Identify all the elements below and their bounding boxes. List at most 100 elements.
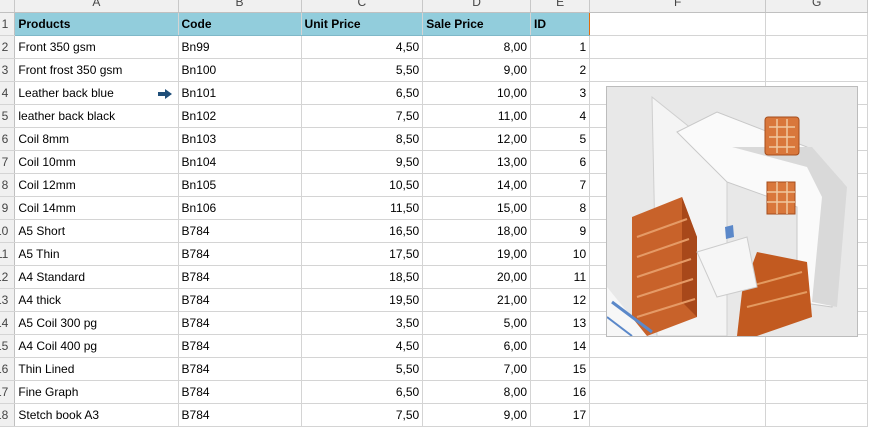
cell-product[interactable]: Coil 8mm [14,127,179,151]
cell-sale-price[interactable]: 7,00 [422,357,531,381]
cell-code[interactable]: B784 [178,288,302,312]
cell-empty[interactable] [765,403,868,427]
cell-empty[interactable] [589,357,767,381]
cell-unit-price[interactable]: 11,50 [301,196,424,220]
cell-sale-price[interactable]: 10,00 [422,81,531,105]
cell-sale-price[interactable]: 11,00 [422,104,531,128]
cell-sale-price[interactable]: 8,00 [422,35,531,59]
cell-id[interactable]: 10 [530,242,591,266]
cell-id[interactable]: 3 [530,81,591,105]
row-number[interactable]: 1 [0,12,16,36]
cell-sale-price[interactable]: 8,00 [422,380,531,404]
column-header-g[interactable]: G [765,0,868,13]
cell-product[interactable]: A5 Short [14,219,179,243]
header-cell-id[interactable]: ID [530,12,591,36]
cell-unit-price[interactable]: 7,50 [301,104,424,128]
header-cell-unit-price[interactable]: Unit Price [301,12,424,36]
cell-code[interactable]: B784 [178,334,302,358]
cell-product[interactable]: A4 Coil 400 pg [14,334,179,358]
cell-code[interactable]: Bn105 [178,173,302,197]
cell-sale-price[interactable]: 18,00 [422,219,531,243]
cell-empty[interactable] [589,334,767,358]
cell-code[interactable]: B784 [178,380,302,404]
cell-unit-price[interactable]: 19,50 [301,288,424,312]
cell-product[interactable]: A4 Standard [14,265,179,289]
cell-empty[interactable] [589,12,767,36]
select-all-corner[interactable] [0,0,16,13]
cell-code[interactable]: Bn106 [178,196,302,220]
cell-sale-price[interactable]: 12,00 [422,127,531,151]
cell-product[interactable]: A4 thick [14,288,179,312]
cell-id[interactable]: 8 [530,196,591,220]
cell-product[interactable]: Front 350 gsm [14,35,179,59]
cell-code[interactable]: Bn99 [178,35,302,59]
row-number[interactable]: 4 [0,81,16,105]
cell-empty[interactable] [765,35,868,59]
cell-id[interactable]: 4 [530,104,591,128]
cell-product[interactable]: Stetch book A3 [14,403,179,427]
row-number[interactable]: 13 [0,288,16,312]
column-header-d[interactable]: D [422,0,531,13]
cell-id[interactable]: 2 [530,58,591,82]
cell-code[interactable]: B784 [178,219,302,243]
cell-product[interactable]: Leather back blue [14,81,179,105]
row-number[interactable]: 15 [0,334,16,358]
cell-unit-price[interactable]: 5,50 [301,58,424,82]
cell-code[interactable]: B784 [178,403,302,427]
cell-code[interactable]: B784 [178,242,302,266]
cell-sale-price[interactable]: 19,00 [422,242,531,266]
cell-unit-price[interactable]: 8,50 [301,127,424,151]
row-number[interactable]: 14 [0,311,16,335]
cell-empty[interactable] [765,58,868,82]
cell-unit-price[interactable]: 6,50 [301,380,424,404]
cell-product[interactable]: Front frost 350 gsm [14,58,179,82]
cell-id[interactable]: 15 [530,357,591,381]
cell-code[interactable]: B784 [178,265,302,289]
cell-code[interactable]: B784 [178,357,302,381]
cell-id[interactable]: 17 [530,403,591,427]
cell-sale-price[interactable]: 6,00 [422,334,531,358]
cell-unit-price[interactable]: 5,50 [301,357,424,381]
column-header-b[interactable]: B [178,0,302,13]
cell-product[interactable]: leather back black [14,104,179,128]
cell-sale-price[interactable]: 5,00 [422,311,531,335]
cell-empty[interactable] [589,380,767,404]
header-cell-sale-price[interactable]: Sale Price [422,12,531,36]
row-number[interactable]: 10 [0,219,16,243]
cell-unit-price[interactable]: 9,50 [301,150,424,174]
cell-empty[interactable] [765,380,868,404]
cell-unit-price[interactable]: 18,50 [301,265,424,289]
cell-product[interactable]: Thin Lined [14,357,179,381]
cell-empty[interactable] [765,357,868,381]
cell-unit-price[interactable]: 4,50 [301,35,424,59]
cell-id[interactable]: 1 [530,35,591,59]
cell-empty[interactable] [765,12,868,36]
cell-code[interactable]: Bn103 [178,127,302,151]
cell-code[interactable]: B784 [178,311,302,335]
cell-product[interactable]: Fine Graph [14,380,179,404]
row-number[interactable]: 3 [0,58,16,82]
cell-id[interactable]: 12 [530,288,591,312]
cell-product[interactable]: A5 Thin [14,242,179,266]
row-number[interactable]: 18 [0,403,16,427]
cell-empty[interactable] [765,334,868,358]
cell-unit-price[interactable]: 17,50 [301,242,424,266]
cell-sale-price[interactable]: 15,00 [422,196,531,220]
header-cell-code[interactable]: Code [178,12,302,36]
row-number[interactable]: 5 [0,104,16,128]
column-header-f[interactable]: F [589,0,767,13]
row-number[interactable]: 6 [0,127,16,151]
row-number[interactable]: 11 [0,242,16,266]
cell-code[interactable]: Bn104 [178,150,302,174]
cell-unit-price[interactable]: 3,50 [301,311,424,335]
row-number[interactable]: 12 [0,265,16,289]
cell-product[interactable]: Coil 12mm [14,173,179,197]
cell-code[interactable]: Bn102 [178,104,302,128]
cell-unit-price[interactable]: 10,50 [301,173,424,197]
cell-id[interactable]: 11 [530,265,591,289]
cell-sale-price[interactable]: 21,00 [422,288,531,312]
row-number[interactable]: 2 [0,35,16,59]
architectural-model-image[interactable] [606,86,858,337]
cell-code[interactable]: Bn101 [178,81,302,105]
cell-sale-price[interactable]: 9,00 [422,403,531,427]
